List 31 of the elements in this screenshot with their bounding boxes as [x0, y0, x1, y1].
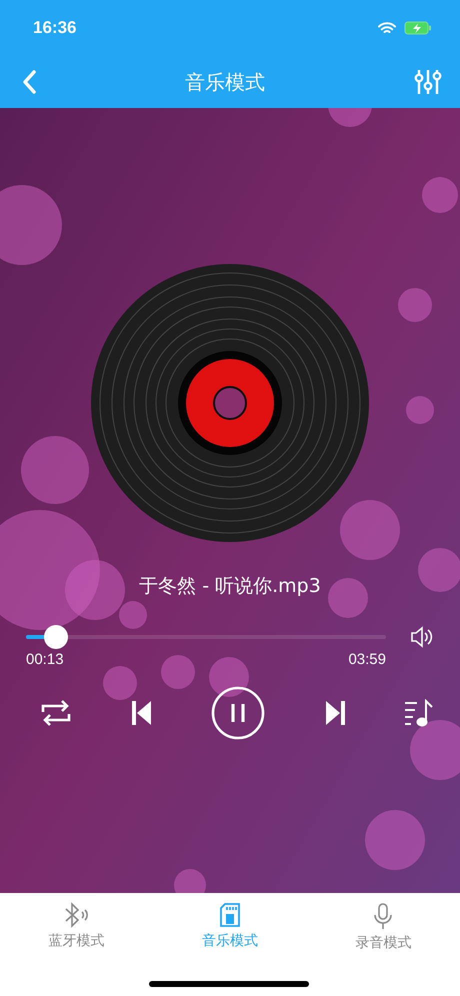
tab[interactable]: 蓝牙模式	[0, 901, 154, 951]
speaker-icon[interactable]	[410, 626, 434, 648]
screen-title: 音乐模式	[185, 68, 265, 96]
previous-track-icon[interactable]	[130, 700, 152, 726]
playlist-icon[interactable]	[404, 699, 434, 727]
light-bubble	[418, 548, 460, 592]
status-time: 16:36	[33, 18, 76, 38]
pause-button-icon[interactable]	[211, 686, 265, 740]
light-bubble	[340, 500, 400, 560]
light-bubble	[410, 720, 460, 780]
song-title: 于冬然 - 听说你.mp3	[139, 574, 321, 599]
light-bubble	[422, 177, 458, 213]
light-bubble	[174, 869, 206, 893]
light-bubble	[209, 657, 249, 697]
light-bubble	[328, 108, 372, 127]
light-bubble	[398, 288, 432, 322]
light-bubble	[103, 666, 137, 700]
light-bubble	[365, 810, 425, 870]
repeat-icon[interactable]	[40, 699, 72, 727]
total-time: 03:59	[348, 651, 386, 668]
tab[interactable]: 录音模式	[306, 901, 460, 953]
light-bubble	[161, 655, 195, 689]
elapsed-time: 00:13	[26, 651, 64, 668]
bluetooth-icon	[62, 902, 91, 928]
light-bubble	[328, 578, 368, 618]
light-bubble	[406, 396, 434, 424]
wifi-icon	[378, 22, 396, 34]
next-track-icon[interactable]	[324, 700, 346, 726]
light-bubble	[21, 436, 89, 504]
battery-icon	[404, 21, 432, 35]
tab[interactable]: 音乐模式	[153, 901, 307, 951]
